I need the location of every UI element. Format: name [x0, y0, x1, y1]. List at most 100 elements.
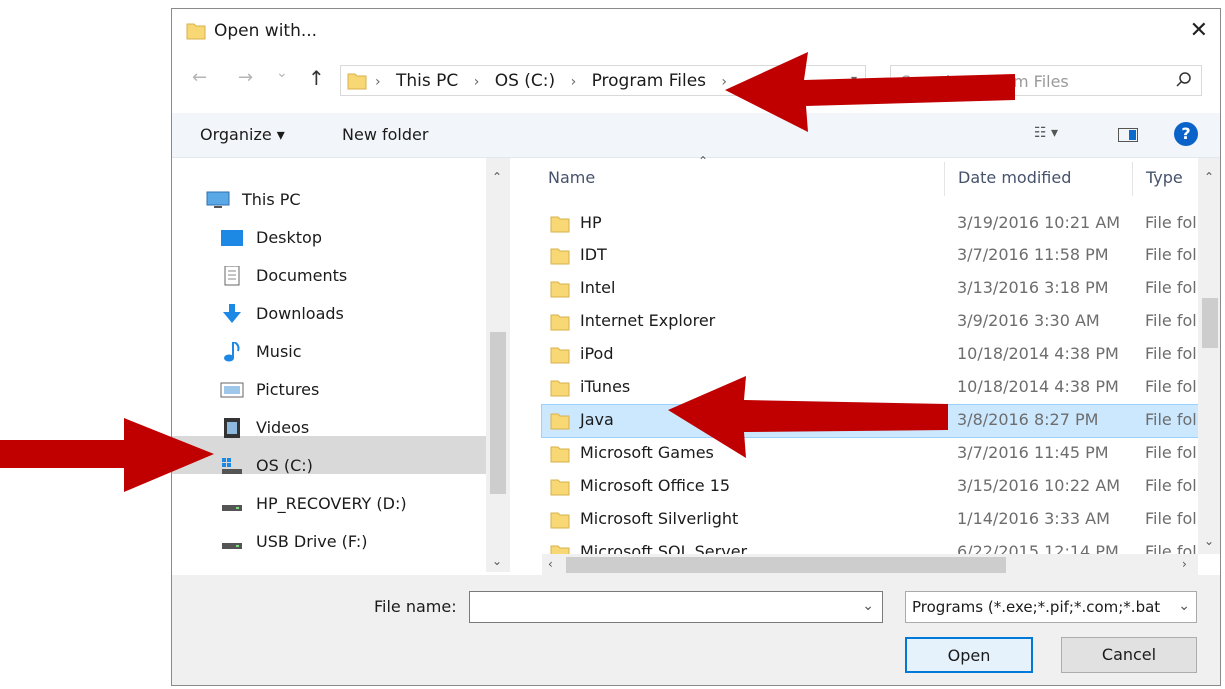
preview-pane-icon[interactable]	[1118, 128, 1138, 142]
file-type: File fol	[1145, 476, 1197, 495]
cancel-button[interactable]: Cancel	[1061, 637, 1197, 673]
chevron-down-icon[interactable]: ⌄	[862, 598, 874, 614]
file-name: Internet Explorer	[580, 311, 716, 330]
file-type: File fol	[1145, 542, 1197, 554]
chevron-down-icon[interactable]: ⌄	[1178, 598, 1190, 614]
sidebar-item-label: HP_RECOVERY (D:)	[256, 494, 407, 513]
close-icon[interactable]: ✕	[1190, 18, 1208, 43]
folder-icon	[550, 512, 570, 529]
file-type-filter-value: Programs (*.exe;*.pif;*.com;*.bat	[912, 598, 1161, 616]
breadcrumb-program-files[interactable]: Program Files	[592, 71, 706, 91]
dialog-footer: File name: ⌄ Programs (*.exe;*.pif;*.com…	[172, 575, 1220, 685]
scroll-right-icon[interactable]: ›	[1182, 557, 1187, 571]
table-row[interactable]: Microsoft Office 15 3/15/2016 10:22 AM F…	[542, 471, 1199, 503]
table-row[interactable]: Internet Explorer 3/9/2016 3:30 AM File …	[542, 306, 1199, 338]
scroll-up-icon[interactable]: ⌃	[492, 170, 502, 184]
up-arrow-icon[interactable]: ↑	[308, 66, 325, 90]
file-date: 6/22/2015 12:14 PM	[957, 542, 1119, 554]
organize-button[interactable]: Organize ▾	[200, 125, 285, 144]
table-row[interactable]: Microsoft Silverlight 1/14/2016 3:33 AM …	[542, 504, 1199, 536]
scroll-up-icon[interactable]: ⌃	[1204, 170, 1214, 184]
column-header-date-modified[interactable]: Date modified	[958, 168, 1071, 187]
scrollbar-thumb[interactable]	[490, 332, 506, 494]
usb-drive-icon	[222, 543, 242, 549]
file-type-filter-select[interactable]: Programs (*.exe;*.pif;*.com;*.bat ⌄	[905, 591, 1197, 623]
table-row[interactable]: HP 3/19/2016 10:21 AM File fol	[542, 208, 1199, 240]
desktop-icon	[221, 230, 243, 246]
help-icon[interactable]: ?	[1174, 122, 1198, 146]
sidebar-item-label: USB Drive (F:)	[256, 532, 368, 551]
table-row[interactable]: iTunes 10/18/2014 4:38 PM File fol	[542, 372, 1199, 404]
file-date: 10/18/2014 4:38 PM	[957, 344, 1119, 363]
breadcrumb-separator-icon[interactable]: ›	[721, 74, 727, 90]
videos-icon	[224, 418, 240, 438]
file-name: Microsoft Office 15	[580, 476, 731, 495]
new-folder-button[interactable]: New folder	[342, 125, 428, 144]
search-input[interactable]: Search Program Files	[890, 65, 1202, 96]
breadcrumb-this-pc[interactable]: This PC	[396, 71, 458, 91]
breadcrumb-separator-icon: ›	[375, 74, 381, 90]
folder-icon	[550, 216, 570, 233]
column-divider[interactable]	[944, 162, 945, 196]
breadcrumb-os-c[interactable]: OS (C:)	[495, 71, 555, 91]
file-list-horizontal-scrollbar[interactable]: ‹ ›	[542, 554, 1198, 576]
change-view-icon[interactable]: ☷ ▾	[1034, 125, 1058, 141]
folder-icon	[550, 314, 570, 331]
search-icon[interactable]	[1175, 71, 1193, 89]
table-row[interactable]: IDT 3/7/2016 11:58 PM File fol	[542, 240, 1199, 272]
file-list-vertical-scrollbar[interactable]: ⌃ ⌄	[1198, 158, 1220, 554]
file-date: 1/14/2016 3:33 AM	[957, 509, 1110, 528]
scroll-down-icon[interactable]: ⌄	[1204, 534, 1214, 548]
folder-icon	[550, 380, 570, 397]
column-divider[interactable]	[1132, 162, 1133, 196]
folder-icon	[347, 73, 367, 90]
breadcrumb: › This PC › OS (C:) › Program Files ›	[375, 71, 737, 91]
file-name-input[interactable]: ⌄	[469, 591, 883, 623]
table-row[interactable]: iPod 10/18/2014 4:38 PM File fol	[542, 339, 1199, 371]
column-header-type[interactable]: Type	[1146, 168, 1183, 187]
sidebar-item-label: OS (C:)	[256, 456, 313, 475]
file-name: iTunes	[580, 377, 631, 396]
forward-arrow-icon[interactable]: →	[238, 67, 253, 88]
sort-ascending-icon: ⌃	[698, 154, 709, 168]
file-type: File fol	[1145, 509, 1197, 528]
file-list-pane: ⌃ Name Date modified Type HP 3/19/2016 1…	[512, 154, 1220, 576]
breadcrumb-separator-icon: ›	[570, 74, 577, 90]
sidebar-item-label: Desktop	[256, 228, 322, 247]
address-bar[interactable]: › This PC › OS (C:) › Program Files › ▾	[340, 65, 866, 96]
file-name: iPod	[580, 344, 614, 363]
open-button[interactable]: Open	[905, 637, 1033, 673]
search-placeholder: Search Program Files	[901, 72, 1069, 91]
file-type: File fol	[1145, 213, 1197, 232]
table-row[interactable]: Microsoft SQL Server 6/22/2015 12:14 PM …	[542, 537, 1199, 554]
scroll-left-icon[interactable]: ‹	[548, 557, 553, 571]
scrollbar-thumb[interactable]	[566, 557, 1006, 573]
file-date: 3/13/2016 3:18 PM	[957, 278, 1109, 297]
breadcrumb-separator-icon: ›	[473, 74, 480, 90]
navigation-pane-scrollbar[interactable]: ⌃ ⌄	[486, 158, 510, 572]
open-with-dialog: Open with... ✕ ← → ⌄ ↑ › This PC › OS (C…	[171, 8, 1221, 686]
recent-locations-chevron-icon[interactable]: ⌄	[276, 65, 288, 81]
column-header-name[interactable]: Name	[548, 168, 595, 187]
address-dropdown-icon[interactable]: ▾	[851, 72, 857, 86]
file-type: File fol	[1145, 410, 1197, 429]
table-row[interactable]: Microsoft Games 3/7/2016 11:45 PM File f…	[542, 438, 1199, 470]
downloads-icon	[223, 304, 241, 323]
computer-icon	[206, 191, 230, 208]
sidebar-item-label: Music	[256, 342, 302, 361]
folder-icon	[550, 446, 570, 463]
file-type: File fol	[1145, 344, 1197, 363]
file-name: IDT	[580, 245, 607, 264]
scrollbar-thumb[interactable]	[1202, 298, 1218, 348]
table-row-selected[interactable]: Java 3/8/2016 8:27 PM File fol	[541, 404, 1200, 438]
scroll-down-icon[interactable]: ⌄	[492, 554, 502, 568]
pictures-icon	[220, 382, 244, 398]
table-row[interactable]: Intel 3/13/2016 3:18 PM File fol	[542, 273, 1199, 305]
sidebar-item-label: Documents	[256, 266, 348, 285]
file-date: 3/15/2016 10:22 AM	[957, 476, 1121, 495]
navigation-row: ← → ⌄ ↑ › This PC › OS (C:) › Program Fi…	[172, 61, 1220, 101]
back-arrow-icon[interactable]: ←	[192, 67, 207, 88]
drive-icon	[222, 505, 242, 511]
folder-icon	[550, 413, 570, 430]
folder-icon	[550, 347, 570, 364]
